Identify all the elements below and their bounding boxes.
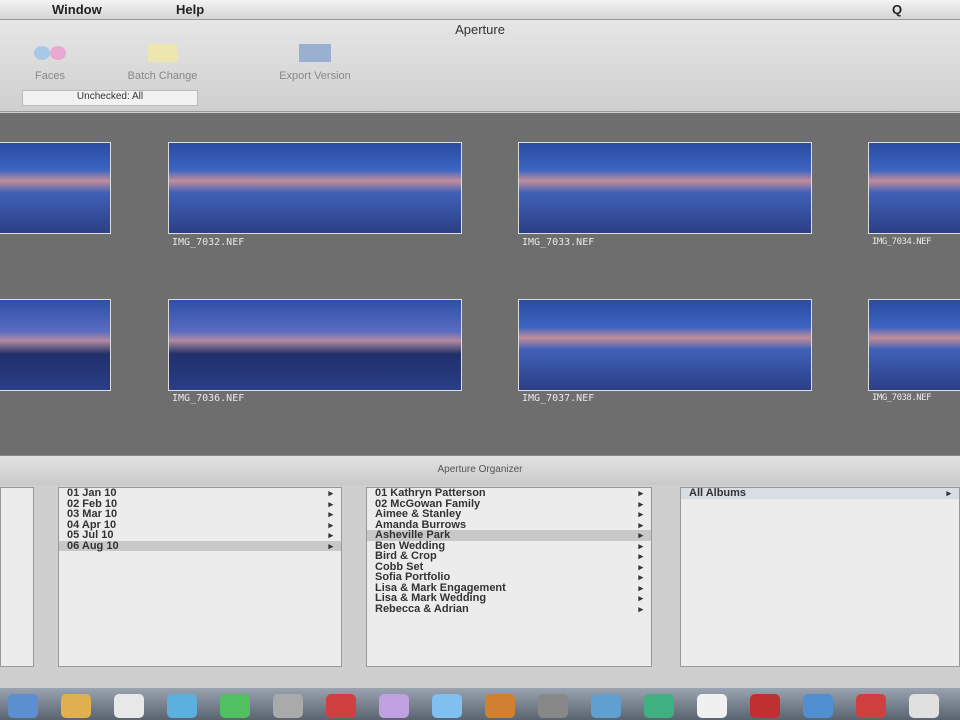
thumbnail-caption: IMG_7038.NEF (872, 393, 932, 403)
dock-app-icon[interactable] (856, 694, 886, 718)
thumbnail[interactable] (0, 142, 111, 234)
chevron-right-icon: ▸ (328, 530, 333, 540)
chevron-right-icon: ▸ (638, 551, 643, 561)
thumbnail-caption: IMG_7036.NEF (172, 393, 245, 404)
list-item[interactable]: All Albums ▸ (681, 488, 959, 499)
dock-app-icon[interactable] (432, 694, 462, 718)
menu-window[interactable]: Window (52, 2, 102, 17)
dock-app-icon[interactable] (591, 694, 621, 718)
dock-app-icon[interactable] (61, 694, 91, 718)
export-icon (240, 40, 390, 64)
chevron-right-icon: ▸ (638, 498, 643, 509)
filter-tab[interactable]: Unchecked: All (22, 90, 198, 106)
dock-app-icon[interactable] (803, 694, 833, 718)
chevron-right-icon: ▸ (638, 582, 643, 593)
thumbnail[interactable] (518, 142, 812, 234)
dock-app-icon[interactable] (909, 694, 939, 718)
chevron-right-icon: ▸ (638, 488, 643, 498)
list-item[interactable]: Rebecca & Adrian ▸ (367, 602, 651, 615)
chevron-right-icon: ▸ (638, 593, 643, 603)
chevron-right-icon: ▸ (638, 572, 643, 582)
thumbnail[interactable] (868, 299, 960, 391)
thumbnail-caption: IMG_7033.NEF (522, 237, 595, 248)
dock-app-icon[interactable] (485, 694, 515, 718)
dock-app-icon[interactable] (8, 694, 38, 718)
thumbnail-caption: IMG_7037.NEF (522, 393, 595, 404)
batch-change-button[interactable]: Batch Change (95, 40, 230, 82)
faces-icon (20, 40, 80, 64)
menu-help[interactable]: Help (176, 2, 204, 17)
chevron-right-icon: ▸ (328, 519, 333, 530)
thumbnail[interactable] (0, 299, 111, 391)
project-column: 01 Kathryn Patterson ▸ 02 McGowan Family ▸ A… (366, 487, 652, 667)
chevron-right-icon: ▸ (328, 498, 333, 509)
album-column: All Albums ▸ (680, 487, 960, 667)
thumbnail[interactable] (168, 299, 462, 391)
toolbar: Aperture Faces Batch Change Export Versi… (0, 20, 960, 112)
batch-change-icon (95, 40, 230, 64)
dock-app-icon[interactable] (379, 694, 409, 718)
chevron-right-icon: ▸ (638, 540, 643, 551)
chevron-right-icon: ▸ (638, 561, 643, 572)
dock-app-icon[interactable] (167, 694, 197, 718)
chevron-right-icon: ▸ (638, 509, 643, 519)
thumbnail[interactable] (168, 142, 462, 234)
menu-right[interactable]: Q (892, 2, 902, 17)
dock (0, 688, 960, 720)
dock-app-icon[interactable] (644, 694, 674, 718)
thumbnail-caption: IMG_7032.NEF (172, 237, 245, 248)
year-column (0, 487, 34, 667)
thumbnail[interactable] (868, 142, 960, 234)
dock-app-icon[interactable] (326, 694, 356, 718)
dock-app-icon[interactable] (114, 694, 144, 718)
chevron-right-icon: ▸ (328, 540, 333, 551)
dock-app-icon[interactable] (538, 694, 568, 718)
list-item-label: Rebecca & Adrian (375, 602, 469, 615)
chevron-right-icon: ▸ (328, 509, 333, 519)
chevron-right-icon: ▸ (946, 488, 951, 498)
menu-bar: Window Help Q (0, 0, 960, 20)
thumbnail[interactable] (518, 299, 812, 391)
dock-app-icon[interactable] (750, 694, 780, 718)
list-item-label: 06 Aug 10 (67, 539, 119, 552)
chevron-right-icon: ▸ (638, 530, 643, 540)
dock-app-icon[interactable] (220, 694, 250, 718)
panel-header: Aperture Organizer (0, 455, 960, 485)
chevron-right-icon: ▸ (328, 488, 333, 498)
month-column: 01 Jan 10 ▸ 02 Feb 10 ▸ 03 Mar 10 ▸ 04 Apr 10 ▸… (58, 487, 342, 667)
thumbnail-caption: IMG_7034.NEF (872, 237, 932, 247)
export-version-button[interactable]: Export Version (240, 40, 390, 82)
list-item[interactable]: 06 Aug 10 ▸ (59, 539, 341, 552)
dock-app-icon[interactable] (697, 694, 727, 718)
chevron-right-icon: ▸ (638, 603, 643, 614)
faces-button[interactable]: Faces (20, 40, 80, 82)
window-title: Aperture (455, 22, 505, 37)
dock-app-icon[interactable] (273, 694, 303, 718)
image-browser: IMG_7032.NEF IMG_7033.NEF IMG_7034.NEF I… (0, 113, 960, 455)
list-item-label: All Albums (689, 487, 747, 499)
chevron-right-icon: ▸ (638, 519, 643, 530)
